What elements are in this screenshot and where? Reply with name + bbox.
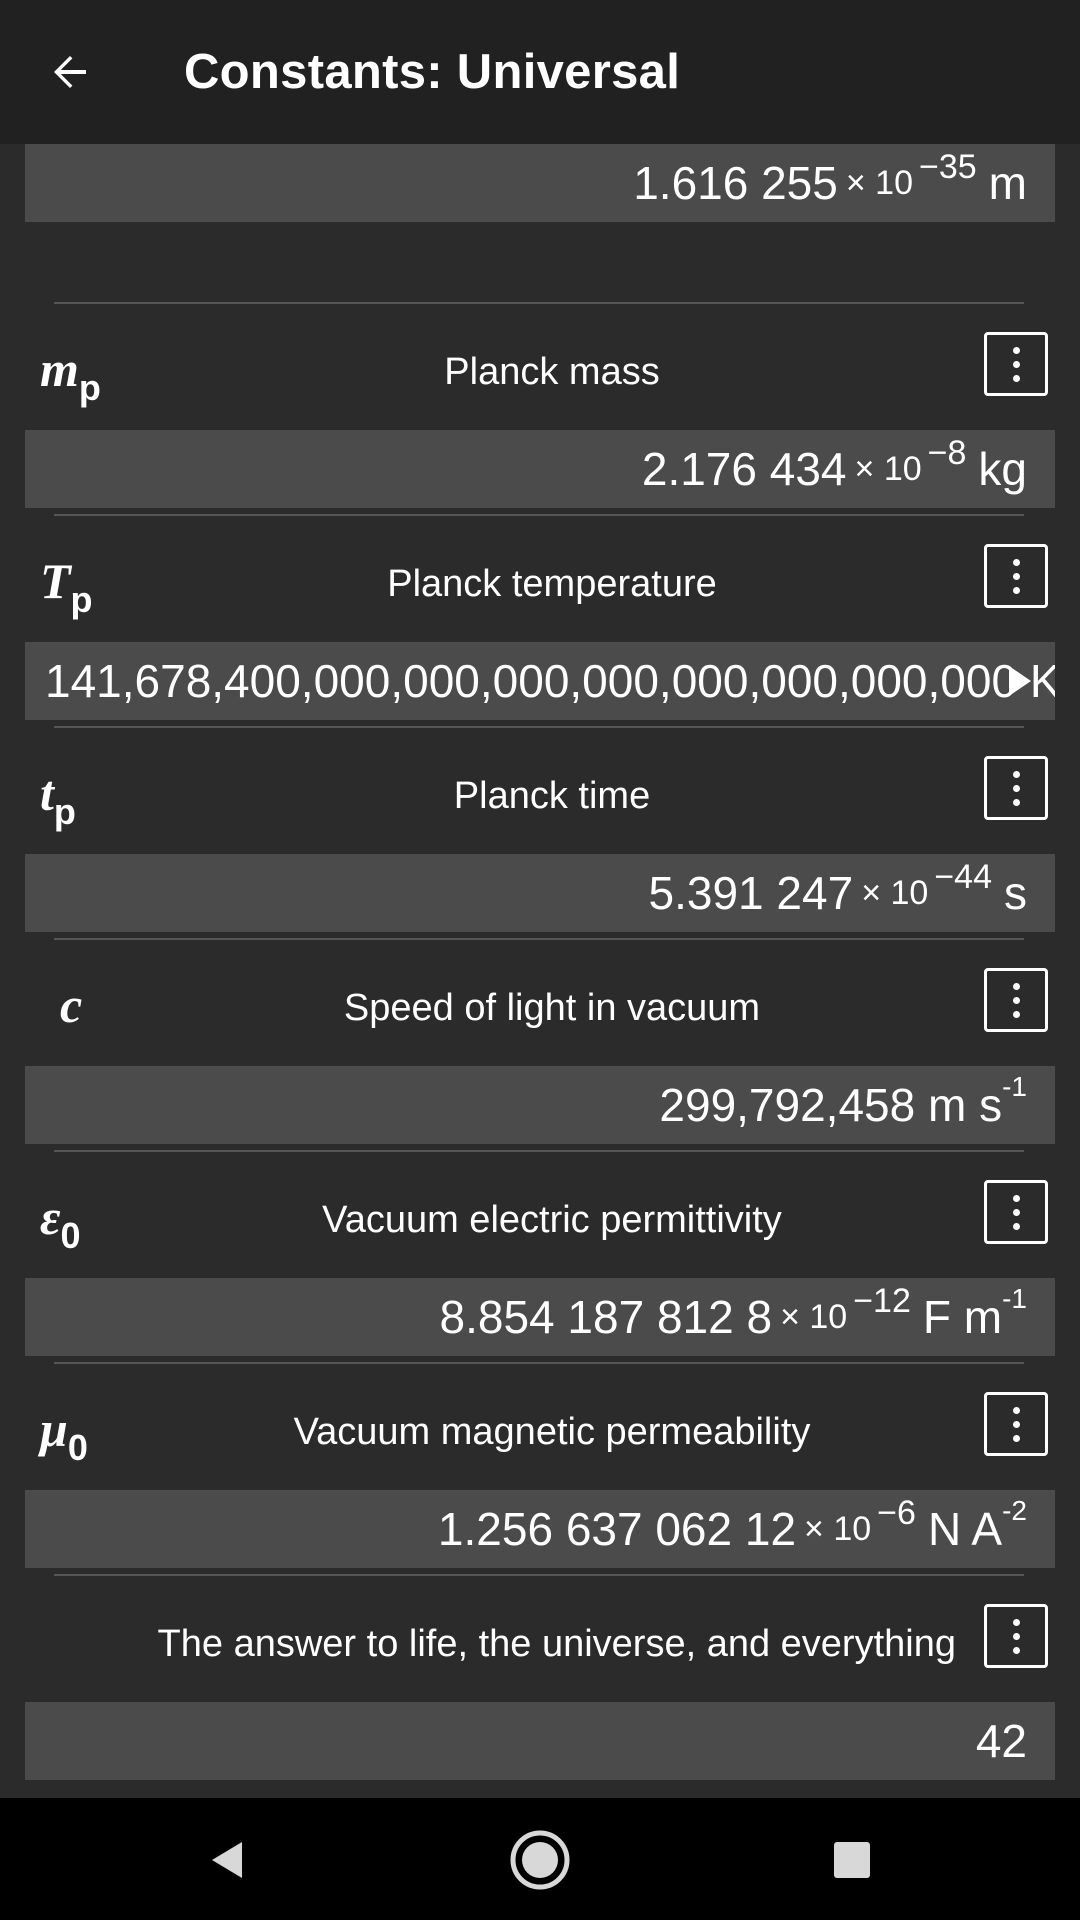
more-menu-button[interactable] [984, 1180, 1048, 1244]
more-menu-button[interactable] [984, 968, 1048, 1032]
list-item-vacuum-permittivity: ε0 Vacuum electric permittivity 8.854 18… [0, 1150, 1080, 1362]
list-item-planck-time: tp Planck time 5.391 247 × 10 −44 s [0, 726, 1080, 938]
constant-value[interactable]: 299,792,458 m s -1 [25, 1066, 1055, 1144]
more-vert-icon [1012, 982, 1020, 990]
more-vert-icon [1012, 346, 1020, 354]
constant-value[interactable]: 1.616 255 × 10 −35 m [25, 144, 1055, 222]
circle-home-icon [510, 1830, 570, 1890]
more-menu-button[interactable] [984, 1604, 1048, 1668]
play-arrow-icon[interactable] [1005, 664, 1035, 698]
more-menu-button[interactable] [984, 1392, 1048, 1456]
constant-value[interactable]: 2.176 434 × 10 −8 kg [25, 430, 1055, 508]
constant-name: Vacuum electric permittivity [322, 1199, 782, 1241]
nav-home-button[interactable] [504, 1824, 576, 1896]
constant-value[interactable]: 42 [25, 1702, 1055, 1780]
more-menu-button[interactable] [984, 332, 1048, 396]
constant-name: Planck time [453, 775, 651, 817]
divider [54, 514, 1024, 516]
triangle-back-icon [212, 1842, 242, 1878]
divider [54, 302, 1024, 304]
nav-back-button[interactable] [190, 1824, 262, 1896]
more-menu-button[interactable] [984, 756, 1048, 820]
constants-list[interactable]: 1.616 255 × 10 −35 m mp Planck mass 2.17… [0, 144, 1080, 1798]
app-bar: Constants: Universal [0, 0, 1080, 144]
back-button[interactable] [34, 36, 106, 108]
more-vert-icon [1012, 558, 1020, 566]
constant-value[interactable]: 5.391 247 × 10 −44 s [25, 854, 1055, 932]
page-title: Constants: Universal [184, 45, 681, 99]
more-vert-icon [1012, 770, 1020, 778]
divider [54, 1150, 1024, 1152]
list-item-vacuum-permeability: μ0 Vacuum magnetic permeability 1.256 63… [0, 1362, 1080, 1574]
more-vert-icon [1012, 1406, 1020, 1414]
divider [54, 1362, 1024, 1364]
constant-name: Vacuum magnetic permeability [293, 1411, 811, 1453]
more-vert-icon [1012, 1194, 1020, 1202]
nav-recents-button[interactable] [816, 1824, 888, 1896]
list-item-partial: 1.616 255 × 10 −35 m [0, 144, 1080, 228]
more-vert-icon [1012, 1618, 1020, 1626]
divider [54, 938, 1024, 940]
divider [54, 726, 1024, 728]
constant-name: Planck temperature [387, 563, 717, 605]
more-menu-button[interactable] [984, 544, 1048, 608]
list-item-speed-of-light: c Speed of light in vacuum 299,792,458 m… [0, 938, 1080, 1150]
square-recents-icon [834, 1842, 870, 1878]
divider [54, 1574, 1024, 1576]
list-item-answer: The answer to life, the universe, and ev… [0, 1574, 1080, 1786]
constant-value[interactable]: 141,678,400,000,000,000,000,000,000,000,… [25, 642, 1055, 720]
constant-name: Planck mass [444, 351, 660, 393]
constant-value[interactable]: 8.854 187 812 8 × 10 −12 F m -1 [25, 1278, 1055, 1356]
system-nav-bar [0, 1798, 1080, 1920]
arrow-left-icon [54, 56, 86, 88]
constant-name: The answer to life, the universe, and ev… [157, 1623, 956, 1665]
list-item-planck-mass: mp Planck mass 2.176 434 × 10 −8 kg [0, 302, 1080, 514]
constant-value[interactable]: 1.256 637 062 12 × 10 −6 N A -2 [25, 1490, 1055, 1568]
list-item-planck-temperature: Tp Planck temperature 141,678,400,000,00… [0, 514, 1080, 726]
constant-name: Speed of light in vacuum [343, 987, 761, 1029]
